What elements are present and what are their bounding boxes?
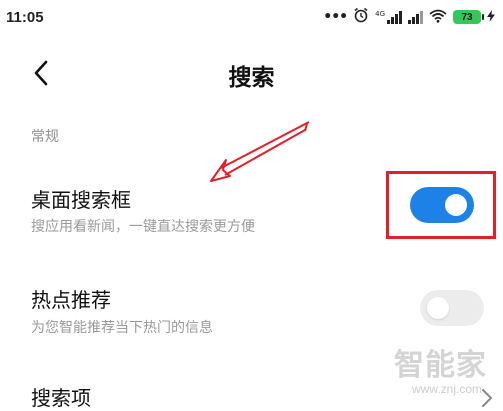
annotation-arrow-icon: [210, 121, 310, 182]
